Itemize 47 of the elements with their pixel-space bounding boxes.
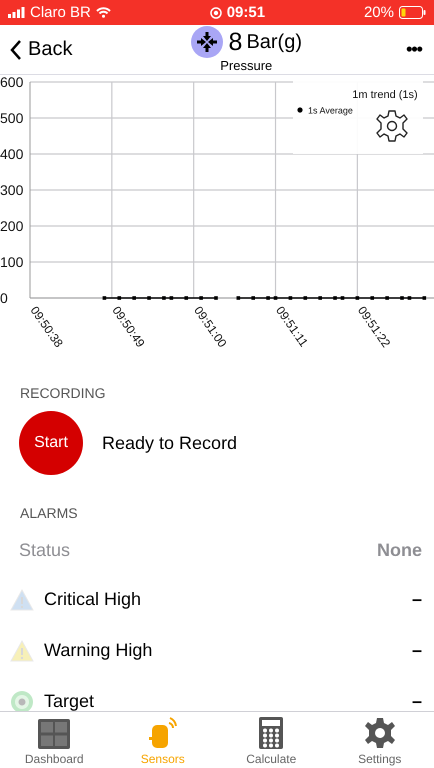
tab-item[interactable]: Dashboard [9,712,100,768]
pressure-arrows-icon [190,26,223,58]
status-value: None [377,540,422,561]
y-axis-label: 200 [0,218,24,234]
grid-icon [38,719,70,749]
y-axis-label: 600 [0,75,24,90]
legend-dot [297,107,303,113]
status-label: Status [19,540,70,561]
alarm-value: – [412,640,422,661]
y-axis-label: 100 [0,254,24,270]
battery-percent: 20% [364,4,394,21]
more-button[interactable]: ••• [406,39,422,60]
chart-title: 1m trend (1s) [352,89,418,101]
y-axis-label: 0 [0,290,8,306]
calculator-icon [259,717,284,749]
legend-label: 1s Average [308,106,353,116]
warning-triangle-icon [10,640,34,662]
recording-status: Ready to Record [102,432,238,454]
wifi-icon [96,7,111,18]
signal-icon [8,7,25,18]
start-button[interactable]: Start [19,411,83,475]
section-heading: ALARMS [19,504,79,521]
back-button[interactable]: Back [10,38,72,61]
sensor-icon [148,717,177,749]
alarm-label: Critical High [44,589,142,610]
pressure-unit: Bar(g) [246,30,302,54]
alarm-value: – [412,691,422,712]
pressure-value: 8 [228,28,242,56]
section-heading: RECORDING [19,384,107,401]
warning-triangle-icon [10,588,34,610]
clock-time: 09:51 [226,4,266,21]
battery-icon [398,6,426,19]
tab-item[interactable]: Calculate [226,712,316,768]
sensor-type: Pressure [220,58,272,73]
y-axis-label: 500 [0,110,24,126]
y-axis-label: 300 [0,182,24,198]
carrier-name: Claro BR [30,4,91,21]
y-axis-label: 400 [0,146,24,162]
alarm-label: Warning High [44,640,154,661]
target-icon [10,690,34,714]
tab-item[interactable]: Settings [334,712,425,768]
recording-icon [210,6,222,18]
chevron-left-icon [10,38,22,60]
alarm-value: – [412,589,422,610]
gear-icon [364,717,396,749]
alarm-label: Target [44,691,96,712]
settings-icon[interactable] [376,110,408,142]
